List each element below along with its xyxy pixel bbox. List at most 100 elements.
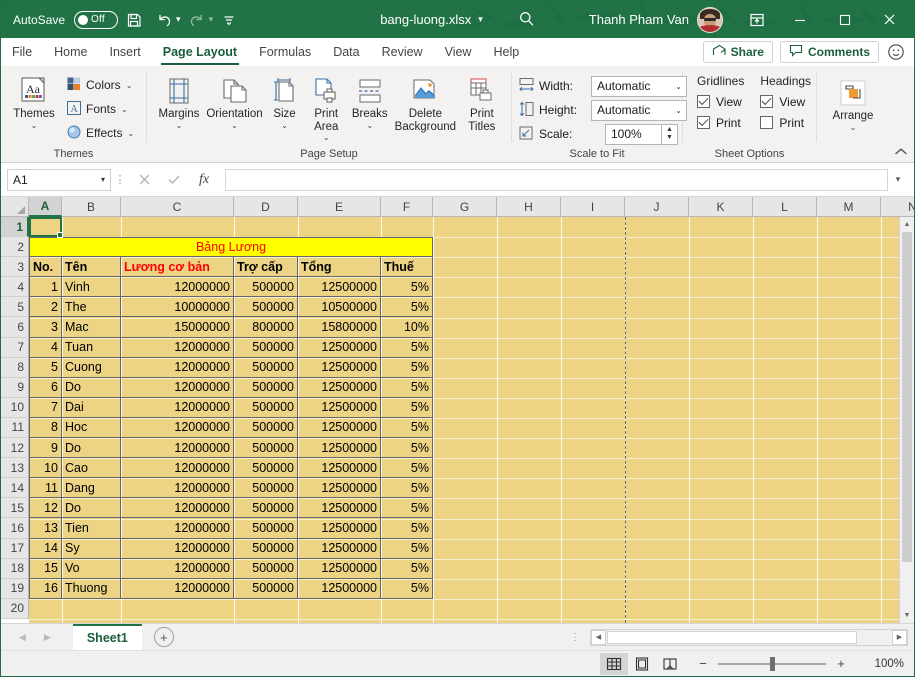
cell[interactable]: Cuong (62, 357, 121, 378)
cell[interactable]: 12500000 (298, 438, 381, 459)
cell[interactable]: 500000 (234, 498, 298, 519)
cell[interactable]: Do (62, 498, 121, 519)
normal-view-button[interactable] (600, 652, 628, 675)
scale-spinner-buttons[interactable]: ▲ ▼ (661, 123, 678, 145)
orientation-button[interactable]: Orientation ⌄ (205, 71, 264, 130)
cell[interactable]: 800000 (234, 317, 298, 338)
cell[interactable]: 12500000 (298, 417, 381, 439)
vertical-scrollbar[interactable]: ▲ ▼ (899, 217, 914, 623)
breaks-button[interactable]: Breaks ⌄ (348, 71, 392, 130)
cell[interactable]: 500000 (234, 417, 298, 439)
row-header-14[interactable]: 14 (1, 478, 29, 499)
table-row[interactable]: 10 Cao 12000000 500000 12500000 5% (29, 458, 433, 479)
tab-help[interactable]: Help (482, 38, 530, 66)
avatar[interactable] (697, 6, 723, 33)
comments-button[interactable]: Comments (779, 41, 879, 63)
cell[interactable]: 5% (381, 558, 433, 579)
tab-formulas[interactable]: Formulas (248, 38, 322, 66)
delete-background-button[interactable]: Delete Background (392, 71, 459, 133)
cell[interactable]: Vinh (62, 277, 121, 298)
zoom-in-button[interactable]: + (834, 656, 848, 671)
cell[interactable]: 12500000 (298, 458, 381, 479)
cell[interactable]: 12000000 (121, 478, 234, 499)
document-title-chevron-down-icon[interactable]: ▾ (478, 14, 483, 25)
expand-formula-bar-icon[interactable]: ▾ (888, 174, 908, 185)
print-titles-button[interactable]: Print Titles (459, 71, 505, 133)
cell[interactable]: 5% (381, 377, 433, 398)
cell[interactable]: 15000000 (121, 317, 234, 338)
zoom-slider-thumb[interactable] (770, 656, 775, 671)
add-sheet-button[interactable]: + (153, 627, 174, 647)
tab-file[interactable]: File (1, 38, 43, 66)
cell[interactable]: 500000 (234, 458, 298, 479)
cell[interactable]: 4 (29, 337, 62, 358)
row-header-18[interactable]: 18 (1, 558, 29, 579)
cell[interactable]: 7 (29, 397, 62, 418)
cell[interactable]: Tien (62, 518, 121, 539)
row-header-3[interactable]: 3 (1, 257, 29, 278)
undo-icon[interactable] (150, 7, 178, 33)
size-button[interactable]: Size ⌄ (264, 71, 305, 130)
select-all-corner[interactable] (1, 197, 29, 217)
table-row[interactable]: No. Tên Lương cơ bản Trợ cấp Tổng Thuế (29, 257, 433, 278)
save-icon[interactable] (120, 7, 148, 33)
theme-fonts-button[interactable]: A Fonts ⌄ (61, 97, 139, 121)
column-header-m[interactable]: M (817, 197, 881, 217)
cell[interactable]: 2 (29, 297, 62, 318)
cell[interactable]: 12000000 (121, 518, 234, 539)
cell[interactable]: 5% (381, 397, 433, 418)
cell[interactable]: 16 (29, 578, 62, 599)
page-layout-view-button[interactable] (628, 653, 656, 675)
tab-data[interactable]: Data (322, 38, 370, 66)
column-header-b[interactable]: B (62, 197, 121, 217)
cell[interactable]: 12000000 (121, 337, 234, 358)
smiley-face-icon[interactable] (886, 42, 906, 62)
row-header-11[interactable]: 11 (1, 417, 29, 439)
cell[interactable]: 12 (29, 498, 62, 519)
zoom-level-label[interactable]: 100% (862, 658, 904, 670)
table-row[interactable]: 15 Vo 12000000 500000 12500000 5% (29, 558, 433, 579)
headings-print-checkbox[interactable]: Print (758, 112, 804, 133)
cell[interactable]: 12000000 (121, 377, 234, 398)
table-row[interactable]: 1 Vinh 12000000 500000 12500000 5% (29, 277, 433, 298)
row-header-5[interactable]: 5 (1, 297, 29, 318)
row-header-1[interactable]: 1 (1, 217, 29, 238)
cell[interactable]: Thuong (62, 578, 121, 599)
column-header-a[interactable]: A (29, 197, 62, 217)
cell[interactable]: 12000000 (121, 558, 234, 579)
column-header-g[interactable]: G (433, 197, 497, 217)
column-header-l[interactable]: L (753, 197, 817, 217)
scale-spinner-down-icon[interactable]: ▼ (666, 134, 673, 141)
table-row[interactable]: 6 Do 12000000 500000 12500000 5% (29, 377, 433, 398)
cell[interactable]: 10 (29, 458, 62, 479)
table-row[interactable]: 11 Dang 12000000 500000 12500000 5% (29, 478, 433, 499)
table-header-cell[interactable]: Tổng (298, 257, 381, 278)
table-row[interactable]: 3 Mac 15000000 800000 15800000 10% (29, 317, 433, 338)
cell[interactable]: 15800000 (298, 317, 381, 338)
print-area-button[interactable]: Print Area ⌄ (305, 71, 348, 142)
cell[interactable]: The (62, 297, 121, 318)
theme-colors-button[interactable]: Colors ⌄ (61, 73, 139, 97)
cell[interactable]: 3 (29, 317, 62, 338)
cell[interactable]: 12000000 (121, 438, 234, 459)
table-row[interactable]: 7 Dai 12000000 500000 12500000 5% (29, 397, 433, 418)
cell[interactable]: 5% (381, 438, 433, 459)
cell[interactable]: 500000 (234, 357, 298, 378)
cancel-icon[interactable] (129, 168, 159, 192)
vertical-scroll-thumb[interactable] (902, 232, 912, 562)
cell[interactable]: 10000000 (121, 297, 234, 318)
share-button[interactable]: Share (702, 41, 773, 63)
scroll-right-icon[interactable]: ▶ (892, 629, 907, 645)
table-row[interactable]: 8 Hoc 12000000 500000 12500000 5% (29, 417, 433, 439)
arrange-button[interactable]: Arrange ⌄ (823, 73, 883, 132)
ribbon-display-options-icon[interactable] (737, 2, 777, 38)
row-header-2[interactable]: 2 (1, 237, 29, 258)
cell[interactable]: Dang (62, 478, 121, 499)
height-combo[interactable]: Automatic ⌄ (591, 99, 687, 121)
cell[interactable]: 500000 (234, 518, 298, 539)
formula-input[interactable] (225, 168, 888, 191)
cell[interactable]: 14 (29, 538, 62, 559)
cell[interactable]: 12500000 (298, 377, 381, 398)
merged-title-cell[interactable]: Bảng Lương (29, 237, 433, 258)
tab-home[interactable]: Home (43, 38, 98, 66)
